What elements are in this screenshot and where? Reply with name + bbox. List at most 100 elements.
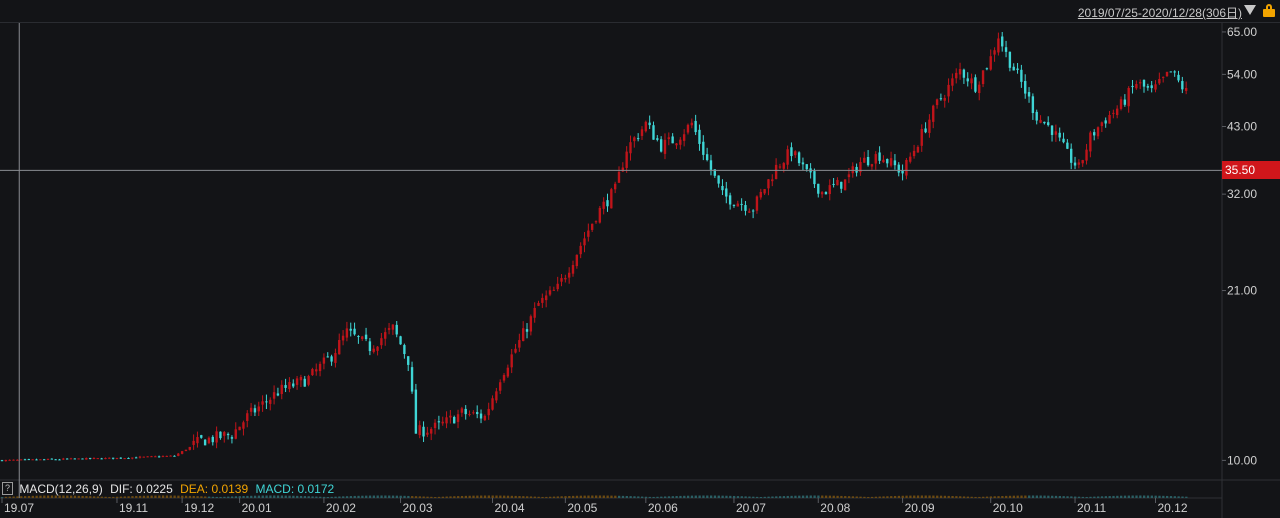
triangle-down-icon[interactable] — [1244, 5, 1256, 15]
candle-body — [748, 211, 751, 213]
candle-body — [27, 459, 31, 461]
candle-body — [1031, 96, 1035, 114]
candle — [537, 300, 540, 307]
candle-body — [288, 382, 291, 390]
candle — [1142, 79, 1146, 93]
candle-body — [1008, 51, 1012, 68]
lock-icon[interactable] — [1263, 4, 1275, 17]
candle — [380, 332, 383, 349]
candle — [483, 414, 487, 421]
help-icon[interactable]: ? — [2, 482, 13, 495]
candle-body — [1104, 120, 1107, 124]
candle-body — [104, 457, 107, 460]
candle — [1031, 93, 1035, 120]
candle — [1135, 80, 1138, 90]
candle — [790, 142, 793, 162]
candle-body — [1077, 162, 1081, 165]
candle-body — [652, 125, 655, 140]
candle-body — [690, 122, 693, 126]
candle-body — [636, 138, 640, 140]
candle-body — [203, 439, 207, 446]
candle — [740, 198, 743, 211]
candle — [16, 459, 19, 461]
candle — [786, 145, 789, 170]
candle — [659, 136, 663, 153]
candle-body — [380, 338, 383, 346]
date-range-label[interactable]: 2019/07/25-2020/12/28(306日) — [1078, 4, 1242, 21]
candle-body — [751, 210, 755, 212]
macd-name[interactable]: MACD(12,26,9) — [19, 482, 102, 496]
candle-body — [261, 401, 264, 405]
candle — [732, 204, 736, 208]
candle — [759, 188, 762, 200]
candle-body — [483, 415, 487, 421]
candle-body — [138, 456, 142, 458]
candle-body — [479, 413, 483, 419]
candle — [391, 324, 395, 335]
candle-body — [1016, 68, 1019, 70]
candle-body — [234, 429, 237, 439]
candlestick-chart[interactable]: 65.00 54.00 43.00 32.00 21.00 10.00 19.07 19.11… — [0, 0, 1280, 518]
candle — [12, 459, 15, 461]
candle — [357, 335, 360, 344]
candle — [54, 458, 57, 461]
candle-body — [200, 435, 203, 438]
candle-body — [889, 158, 893, 166]
candle — [1112, 109, 1115, 119]
candle — [77, 458, 80, 460]
candle — [88, 457, 92, 460]
candle-body — [958, 69, 962, 75]
candle-body — [1112, 112, 1115, 114]
candle-body — [560, 278, 563, 282]
x-tick-label: 20.07 — [736, 501, 766, 515]
candle — [901, 164, 904, 181]
candle-body — [58, 459, 61, 461]
candle-body — [280, 384, 283, 395]
candle-body — [46, 458, 50, 460]
candle-body — [1093, 132, 1096, 136]
candle — [196, 431, 199, 448]
candle — [1008, 51, 1012, 72]
crosshair — [0, 22, 1222, 498]
candle — [219, 431, 222, 440]
candle — [728, 192, 732, 210]
candle — [1085, 143, 1088, 165]
candle — [813, 168, 816, 188]
candle-body — [177, 453, 180, 456]
candle-body — [502, 375, 506, 381]
candle-body — [1096, 127, 1100, 137]
candle-body — [774, 164, 778, 179]
candle — [521, 321, 525, 342]
candle-body — [548, 290, 552, 295]
candle — [648, 115, 651, 130]
candle — [430, 427, 433, 441]
candle-body — [1115, 108, 1119, 116]
candle-body — [966, 78, 969, 82]
candle — [840, 181, 843, 193]
candle — [173, 455, 176, 457]
candle — [127, 457, 130, 460]
candle — [456, 409, 460, 429]
x-tick-label: 20.06 — [648, 501, 678, 515]
candle-body — [510, 354, 513, 368]
candle-body — [368, 341, 372, 352]
candle-body — [679, 139, 682, 145]
candle — [874, 151, 877, 170]
candle-body — [391, 324, 395, 330]
candle-body — [698, 129, 701, 144]
candle — [928, 114, 931, 138]
candle — [755, 195, 759, 214]
candle — [1020, 64, 1023, 88]
candle-body — [161, 456, 165, 458]
candle-body — [702, 141, 705, 155]
candle-body — [978, 84, 981, 94]
candle-body — [794, 151, 797, 156]
candle — [951, 73, 954, 92]
candle — [1115, 105, 1119, 119]
candle — [272, 385, 276, 405]
chart-area[interactable]: 65.00 54.00 43.00 32.00 21.00 10.00 19.07 19.11… — [0, 0, 1280, 518]
candle — [571, 260, 575, 277]
candle — [709, 154, 713, 176]
candle — [763, 189, 766, 195]
candle-body — [1089, 132, 1092, 152]
